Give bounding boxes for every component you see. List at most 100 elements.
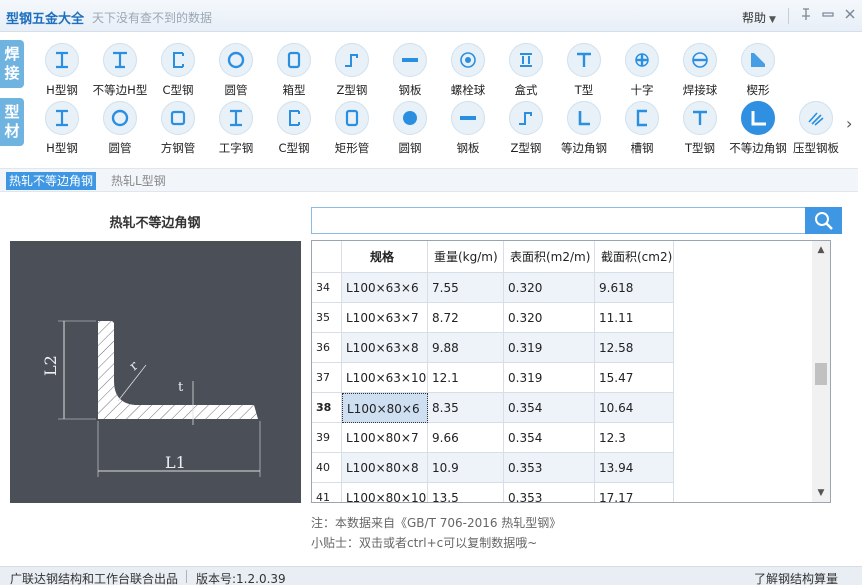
tool-round-bar[interactable]: 圆钢 bbox=[381, 101, 439, 156]
tool-square-tube[interactable]: 方钢管 bbox=[149, 101, 207, 156]
cell-spec[interactable]: L100×80×8 bbox=[342, 453, 428, 483]
tool-label: 圆管 bbox=[108, 141, 132, 155]
cell-surface[interactable]: 0.353 bbox=[504, 483, 595, 502]
tool-bolt-ball[interactable]: 螺栓球 bbox=[439, 43, 497, 98]
cell-spec[interactable]: L100×63×7 bbox=[342, 303, 428, 333]
table-row[interactable]: 40 L100×80×8 10.9 0.353 13.94 bbox=[312, 453, 674, 483]
tab-hot-rolled-l-section[interactable]: 热轧L型钢 bbox=[108, 172, 169, 190]
cell-weight[interactable]: 10.9 bbox=[428, 453, 504, 483]
header-surface[interactable]: 表面积(m2/m) bbox=[504, 241, 595, 273]
tool-plate[interactable]: 钢板 bbox=[439, 101, 497, 156]
cell-weight[interactable]: 9.88 bbox=[428, 333, 504, 363]
cell-spec[interactable]: L100×63×8 bbox=[342, 333, 428, 363]
tool-c-channel[interactable]: C型钢 bbox=[265, 101, 323, 156]
tab-hot-rolled-unequal-angle[interactable]: 热轧不等边角钢 bbox=[6, 172, 97, 190]
tool-c-channel[interactable]: C型钢 bbox=[149, 43, 207, 98]
cell-surface[interactable]: 0.319 bbox=[504, 363, 595, 393]
table-row[interactable]: 34 L100×63×6 7.55 0.320 9.618 bbox=[312, 273, 674, 303]
tool-z-section[interactable]: Z型钢 bbox=[497, 101, 555, 156]
tool-profiled-sheet[interactable]: 压型钢板 bbox=[787, 101, 845, 156]
cell-spec[interactable]: L100×80×7 bbox=[342, 423, 428, 453]
cell-spec[interactable]: L100×63×6 bbox=[342, 273, 428, 303]
table-scrollbar[interactable]: ▲ ▼ bbox=[812, 241, 830, 502]
cell-surface[interactable]: 0.354 bbox=[504, 423, 595, 453]
tool-round-tube[interactable]: 圆管 bbox=[91, 101, 149, 156]
t-section-icon bbox=[683, 101, 717, 135]
scroll-thumb[interactable] bbox=[815, 363, 827, 385]
scroll-down-icon[interactable]: ▼ bbox=[812, 486, 830, 500]
table-row[interactable]: 37 L100×63×10 12.1 0.319 15.47 bbox=[312, 363, 674, 393]
data-source-note: 注：本数据来自《GB/T 706-2016 热轧型钢》 bbox=[311, 516, 562, 530]
tool-h-beam[interactable]: H型钢 bbox=[33, 43, 91, 98]
cell-surface[interactable]: 0.320 bbox=[504, 273, 595, 303]
round-tube-icon bbox=[103, 101, 137, 135]
cell-area[interactable]: 10.64 bbox=[595, 393, 674, 423]
tool-i-beam[interactable]: 工字钢 bbox=[207, 101, 265, 156]
cell-weight[interactable]: 8.35 bbox=[428, 393, 504, 423]
tool-label: 十字 bbox=[630, 83, 654, 97]
chevron-down-icon: ▼ bbox=[769, 15, 776, 25]
chevron-right-icon[interactable]: › bbox=[846, 114, 852, 133]
header-weight[interactable]: 重量(kg/m) bbox=[428, 241, 504, 273]
cell-surface[interactable]: 0.353 bbox=[504, 453, 595, 483]
tool-plate[interactable]: 钢板 bbox=[381, 43, 439, 98]
tool-box-type[interactable]: 盒式 bbox=[497, 43, 555, 98]
row-index: 40 bbox=[312, 453, 342, 483]
cell-weight[interactable]: 9.66 bbox=[428, 423, 504, 453]
tool-h-beam[interactable]: H型钢 bbox=[33, 101, 91, 156]
cell-area[interactable]: 13.94 bbox=[595, 453, 674, 483]
publisher-label: 广联达钢结构和工作台联合出品 bbox=[10, 572, 179, 585]
table-row[interactable]: 38 L100×80×6 8.35 0.354 10.64 bbox=[312, 393, 674, 423]
cell-weight[interactable]: 8.72 bbox=[428, 303, 504, 333]
cell-spec[interactable]: L100×80×10 bbox=[342, 483, 428, 502]
cell-area[interactable]: 12.58 bbox=[595, 333, 674, 363]
pin-icon[interactable] bbox=[798, 7, 814, 23]
version-label: 版本号:1.2.0.39 bbox=[196, 572, 286, 585]
header-area[interactable]: 截面积(cm2) bbox=[595, 241, 674, 273]
table-row[interactable]: 39 L100×80×7 9.66 0.354 12.3 bbox=[312, 423, 674, 453]
cell-spec[interactable]: L100×80×6 bbox=[342, 393, 428, 423]
cell-area[interactable]: 9.618 bbox=[595, 273, 674, 303]
tool-box[interactable]: 箱型 bbox=[265, 43, 323, 98]
search-button[interactable] bbox=[805, 207, 842, 234]
tool-t-section[interactable]: T型钢 bbox=[671, 101, 729, 156]
cell-weight[interactable]: 13.5 bbox=[428, 483, 504, 502]
cell-area[interactable]: 11.11 bbox=[595, 303, 674, 333]
header-spec[interactable]: 规格 bbox=[342, 241, 428, 273]
tool-t-section[interactable]: T型 bbox=[555, 43, 613, 98]
tool-channel[interactable]: 槽钢 bbox=[613, 101, 671, 156]
cell-surface[interactable]: 0.319 bbox=[504, 333, 595, 363]
tool-label: 螺栓球 bbox=[450, 83, 486, 97]
cell-spec[interactable]: L100×63×10 bbox=[342, 363, 428, 393]
tool-welded-ball[interactable]: 焊接球 bbox=[671, 43, 729, 98]
table-row[interactable]: 41 L100×80×10 13.5 0.353 17.17 bbox=[312, 483, 674, 502]
cell-area[interactable]: 15.47 bbox=[595, 363, 674, 393]
cell-weight[interactable]: 12.1 bbox=[428, 363, 504, 393]
unequal-h-icon bbox=[103, 43, 137, 77]
search-input[interactable] bbox=[311, 207, 805, 234]
learn-more-link[interactable]: 了解钢结构算量 bbox=[754, 570, 838, 585]
profiled-sheet-icon bbox=[799, 101, 833, 135]
diagram-title: 热轧不等边角钢 bbox=[109, 216, 201, 231]
data-table[interactable]: 规格 重量(kg/m) 表面积(m2/m) 截面积(cm2) 34 L100×63… bbox=[311, 240, 831, 503]
cell-area[interactable]: 12.3 bbox=[595, 423, 674, 453]
cell-surface[interactable]: 0.320 bbox=[504, 303, 595, 333]
cell-area[interactable]: 17.17 bbox=[595, 483, 674, 502]
table-row[interactable]: 35 L100×63×7 8.72 0.320 11.11 bbox=[312, 303, 674, 333]
scroll-up-icon[interactable]: ▲ bbox=[812, 243, 830, 257]
tool-unequal-h[interactable]: 不等边H型 bbox=[91, 43, 149, 98]
close-icon[interactable] bbox=[842, 7, 858, 23]
tool-cross[interactable]: 十字 bbox=[613, 43, 671, 98]
tool-z-section[interactable]: Z型钢 bbox=[323, 43, 381, 98]
tool-rect-tube[interactable]: 矩形管 bbox=[323, 101, 381, 156]
tool-label: 方钢管 bbox=[160, 141, 196, 155]
help-menu[interactable]: 帮助 ▼ bbox=[742, 9, 776, 26]
cell-surface[interactable]: 0.354 bbox=[504, 393, 595, 423]
tool-round-tube[interactable]: 圆管 bbox=[207, 43, 265, 98]
tool-equal-angle[interactable]: 等边角钢 bbox=[555, 101, 613, 156]
table-row[interactable]: 36 L100×63×8 9.88 0.319 12.58 bbox=[312, 333, 674, 363]
cell-weight[interactable]: 7.55 bbox=[428, 273, 504, 303]
tool-wedge[interactable]: 楔形 bbox=[729, 43, 787, 98]
tool-unequal-angle[interactable]: 不等边角钢 bbox=[729, 101, 787, 156]
minimize-icon[interactable] bbox=[820, 7, 836, 23]
